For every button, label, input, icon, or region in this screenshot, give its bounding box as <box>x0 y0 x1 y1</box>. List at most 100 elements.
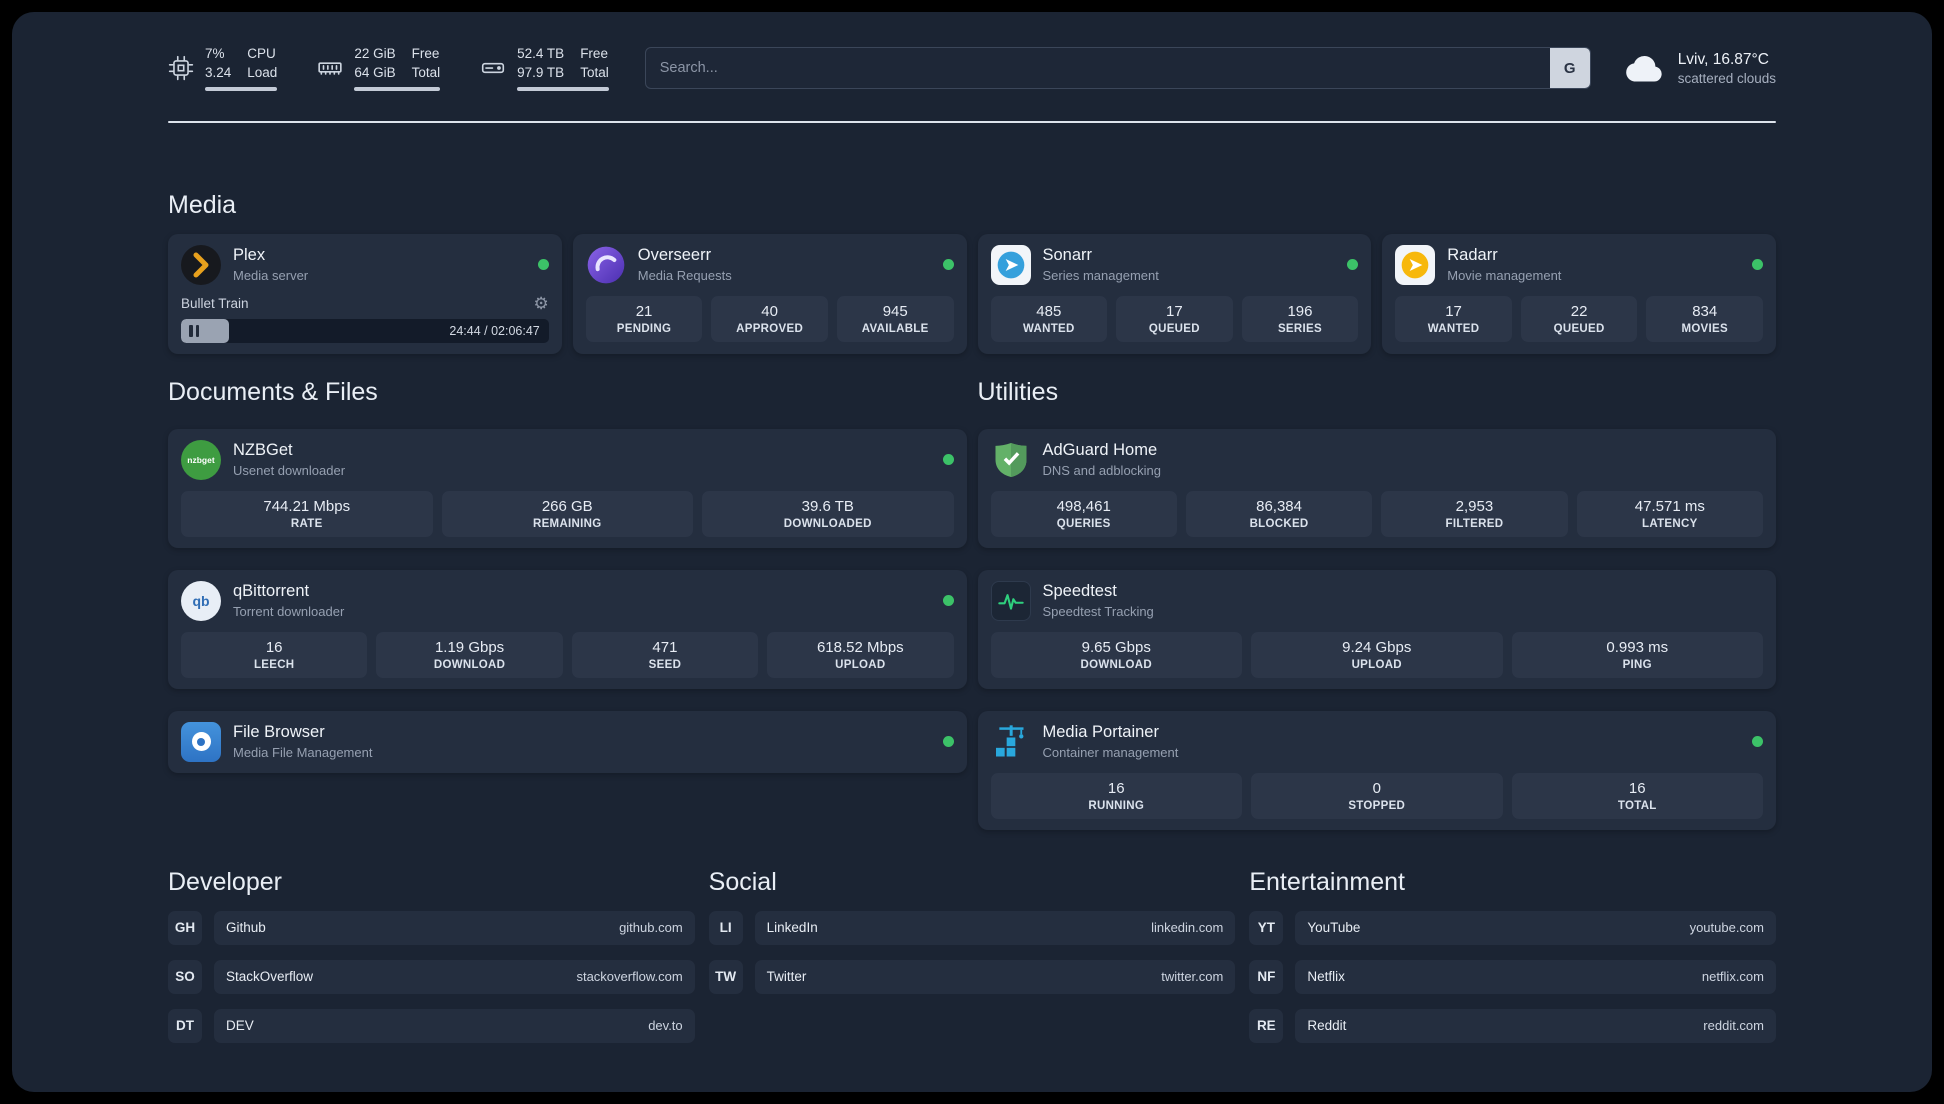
status-dot <box>942 595 954 607</box>
pause-icon[interactable] <box>189 324 199 337</box>
stat-value: 9.24 Gbps <box>1342 638 1412 656</box>
qbittorrent-icon: qb <box>181 580 221 621</box>
search-engine-button[interactable]: G <box>1549 48 1590 89</box>
bookmark-dev[interactable]: DT DEV dev.to <box>168 1008 695 1043</box>
stat-tile: 22 QUEUED <box>1520 295 1638 342</box>
stat-tile: 16 LEECH <box>181 631 368 678</box>
stat-label: STOPPED <box>1348 799 1406 812</box>
stat-value: 0 <box>1372 779 1381 797</box>
app-description: Torrent downloader <box>233 604 345 620</box>
section-title-media: Media <box>168 190 237 219</box>
stat-label: RATE <box>290 517 323 530</box>
bookmark-abbr[interactable]: RE <box>1249 1008 1284 1043</box>
bookmark-link[interactable]: LinkedIn linkedin.com <box>754 910 1236 945</box>
memory-monitor: 22 GiB 64 GiB Free Total <box>317 46 441 91</box>
stat-label: WANTED <box>1427 322 1480 335</box>
filebrowser-card[interactable]: File Browser Media File Management <box>168 710 967 773</box>
bookmark-link[interactable]: StackOverflow stackoverflow.com <box>214 959 695 994</box>
bookmark-name: DEV <box>226 1018 254 1034</box>
bookmark-link[interactable]: DEV dev.to <box>214 1008 695 1043</box>
stat-value: 834 <box>1692 302 1718 320</box>
bookmark-link[interactable]: Twitter twitter.com <box>754 959 1236 994</box>
search-bar: G <box>644 47 1591 90</box>
cpu-percent: 7% <box>205 46 225 61</box>
weather-location: Lviv, 16.87°C <box>1677 50 1769 68</box>
stat-value: 16 <box>1628 779 1646 797</box>
bookmark-abbr[interactable]: TW <box>708 959 743 994</box>
bookmark-netflix[interactable]: NF Netflix netflix.com <box>1249 959 1776 994</box>
bookmark-name: Reddit <box>1307 1018 1347 1034</box>
bookmark-link[interactable]: Github github.com <box>214 910 695 945</box>
nzbget-card[interactable]: nzbget NZBGet Usenet downloader 744.21 M… <box>168 428 967 548</box>
bookmark-github[interactable]: GH Github github.com <box>168 910 695 945</box>
adguard-card[interactable]: AdGuard Home DNS and adblocking 498,461 … <box>977 428 1776 548</box>
stat-tile: 498,461 QUERIES <box>990 490 1177 537</box>
stat-tile: 744.21 Mbps RATE <box>181 490 433 537</box>
app-description: Series management <box>1042 268 1159 284</box>
bookmark-link[interactable]: YouTube youtube.com <box>1295 910 1776 945</box>
bookmark-name: LinkedIn <box>766 920 818 936</box>
stat-label: QUEUED <box>1553 322 1605 335</box>
stat-tile: 485 WANTED <box>990 295 1108 342</box>
bookmark-abbr[interactable]: SO <box>168 959 202 994</box>
app-name: Speedtest <box>1042 582 1117 601</box>
search-input[interactable] <box>644 47 1591 90</box>
stat-value: 17 <box>1166 302 1183 320</box>
disk-total-label: Total <box>580 64 609 80</box>
bookmark-twitter[interactable]: TW Twitter twitter.com <box>708 959 1236 994</box>
cpu-label: CPU <box>247 46 276 61</box>
overseerr-card[interactable]: Overseerr Media Requests 21 PENDING 40 A… <box>572 233 967 354</box>
bookmark-url: netflix.com <box>1701 969 1764 985</box>
bookmark-youtube[interactable]: YT YouTube youtube.com <box>1249 910 1776 945</box>
bookmark-abbr[interactable]: LI <box>708 910 743 945</box>
bookmark-name: Github <box>226 920 266 936</box>
plex-icon <box>181 244 221 285</box>
memory-total-value: 64 GiB <box>354 64 396 80</box>
gear-icon[interactable]: ⚙ <box>534 295 549 312</box>
stat-value: 485 <box>1036 302 1062 320</box>
weather-condition: scattered clouds <box>1677 70 1776 86</box>
bookmark-link[interactable]: Netflix netflix.com <box>1295 959 1776 994</box>
bookmark-reddit[interactable]: RE Reddit reddit.com <box>1249 1008 1776 1043</box>
bookmark-stackoverflow[interactable]: SO StackOverflow stackoverflow.com <box>168 959 695 994</box>
app-name: Overseerr <box>637 246 712 265</box>
app-name: Sonarr <box>1042 246 1093 265</box>
bookmark-abbr[interactable]: YT <box>1249 910 1284 945</box>
playback-progress-bar[interactable]: 24:44 / 02:06:47 <box>181 318 549 343</box>
cpu-usage-bar <box>205 86 278 91</box>
stat-tile: 945 AVAILABLE <box>836 295 954 342</box>
disk-free-value: 52.4 TB <box>517 46 565 61</box>
stat-value: 17 <box>1445 302 1462 320</box>
stat-tile: 16 RUNNING <box>990 772 1242 819</box>
app-name: Radarr <box>1447 246 1498 265</box>
stat-label: UPLOAD <box>835 658 886 671</box>
system-monitors: 7% 3.24 CPU Load 22 GiB 64 GiB Free Tota… <box>168 46 609 91</box>
stat-value: 47.571 ms <box>1634 497 1705 515</box>
documents-column: Documents & Files nzbget NZBGet Usenet d… <box>168 378 967 773</box>
stat-label: QUERIES <box>1056 517 1111 530</box>
radarr-card[interactable]: Radarr Movie management 17 WANTED 22 QUE… <box>1382 233 1776 354</box>
sonarr-card[interactable]: Sonarr Series management 485 WANTED 17 Q… <box>977 233 1372 354</box>
stat-value: 40 <box>761 302 778 320</box>
section-title-entertainment: Entertainment <box>1249 867 1405 896</box>
memory-usage-bar <box>354 86 441 91</box>
stat-tile: 16 TOTAL <box>1511 772 1763 819</box>
stat-label: WANTED <box>1022 322 1075 335</box>
utilities-column: Utilities AdGuard Home DNS and adblockin… <box>977 378 1776 830</box>
speedtest-card[interactable]: Speedtest Speedtest Tracking 9.65 Gbps D… <box>977 569 1776 689</box>
plex-card[interactable]: Plex Media server Bullet Train ⚙ 24:44 /… <box>168 233 562 354</box>
status-dot <box>942 736 954 748</box>
stat-label: UPLOAD <box>1351 658 1402 671</box>
bookmark-abbr[interactable]: GH <box>168 910 202 945</box>
social-section: Social LI LinkedIn linkedin.com TW Twitt… <box>708 868 1236 1043</box>
bookmark-name: YouTube <box>1307 920 1361 936</box>
memory-free-label: Free <box>411 46 440 61</box>
bookmark-link[interactable]: Reddit reddit.com <box>1295 1008 1776 1043</box>
qbittorrent-card[interactable]: qb qBittorrent Torrent downloader 16 LEE… <box>168 569 967 689</box>
disk-monitor: 52.4 TB 97.9 TB Free Total <box>480 46 609 91</box>
bookmark-abbr[interactable]: DT <box>168 1008 202 1043</box>
stat-label: PING <box>1622 658 1652 671</box>
portainer-card[interactable]: Media Portainer Container management 16 … <box>977 710 1776 830</box>
bookmark-abbr[interactable]: NF <box>1249 959 1284 994</box>
bookmark-linkedin[interactable]: LI LinkedIn linkedin.com <box>708 910 1236 945</box>
